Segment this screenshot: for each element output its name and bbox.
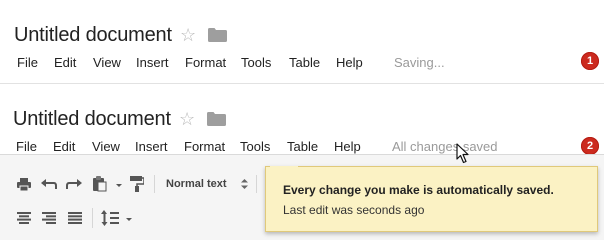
paragraph-style-select[interactable]: Normal text <box>166 178 227 190</box>
align-left-icon[interactable] <box>17 212 31 224</box>
menu-view[interactable]: View <box>93 55 121 70</box>
menu-table[interactable]: Table <box>287 139 318 154</box>
line-spacing-icon[interactable] <box>101 210 133 226</box>
paragraph-style-value: Normal text <box>166 178 227 190</box>
menu-tools[interactable]: Tools <box>241 55 271 70</box>
menubar: File Edit View Insert Format Tools Table… <box>0 55 604 71</box>
menu-format[interactable]: Format <box>185 55 226 70</box>
cursor-icon <box>456 143 469 164</box>
chevron-updown-icon[interactable] <box>241 178 248 190</box>
menu-view[interactable]: View <box>92 139 120 154</box>
menu-insert[interactable]: Insert <box>135 139 168 154</box>
step-badge: 1 <box>581 52 599 70</box>
menu-help[interactable]: Help <box>334 139 361 154</box>
doc-title[interactable]: Untitled document <box>13 108 171 131</box>
star-icon[interactable]: ☆ <box>180 26 196 44</box>
step-badge: 2 <box>581 137 599 155</box>
star-icon[interactable]: ☆ <box>179 110 195 128</box>
autosave-tooltip: Every change you make is automatically s… <box>265 166 598 232</box>
save-status: Saving... <box>394 55 445 70</box>
folder-icon[interactable] <box>208 28 227 42</box>
redo-icon[interactable] <box>66 179 82 190</box>
toolbar-separator <box>92 208 93 228</box>
align-center-icon[interactable] <box>42 212 56 224</box>
menu-edit[interactable]: Edit <box>53 139 75 154</box>
undo-icon[interactable] <box>41 179 57 190</box>
menu-tools[interactable]: Tools <box>240 139 270 154</box>
doc-title[interactable]: Untitled document <box>14 24 172 47</box>
print-icon[interactable] <box>17 178 31 191</box>
menu-help[interactable]: Help <box>336 55 363 70</box>
menu-file[interactable]: File <box>16 139 37 154</box>
toolbar-separator <box>256 175 257 193</box>
tooltip-arrow-join <box>270 166 298 168</box>
menubar: File Edit View Insert Format Tools Table… <box>0 139 604 155</box>
tooltip-subtitle: Last edit was seconds ago <box>283 203 425 217</box>
paste-icon[interactable] <box>92 176 122 192</box>
menu-insert[interactable]: Insert <box>136 55 169 70</box>
justify-icon[interactable] <box>68 212 82 224</box>
menu-file[interactable]: File <box>17 55 38 70</box>
menu-table[interactable]: Table <box>289 55 320 70</box>
menu-edit[interactable]: Edit <box>54 55 76 70</box>
tooltip-title: Every change you make is automatically s… <box>283 183 554 197</box>
menu-format[interactable]: Format <box>184 139 225 154</box>
paint-format-icon[interactable] <box>130 176 144 192</box>
folder-icon[interactable] <box>207 112 226 126</box>
stage: Untitled document ☆ File Edit View Inser… <box>0 0 604 240</box>
toolbar-separator <box>154 175 155 193</box>
save-status[interactable]: All changes saved <box>392 139 498 154</box>
screen-saving: Untitled document ☆ File Edit View Inser… <box>0 0 604 83</box>
